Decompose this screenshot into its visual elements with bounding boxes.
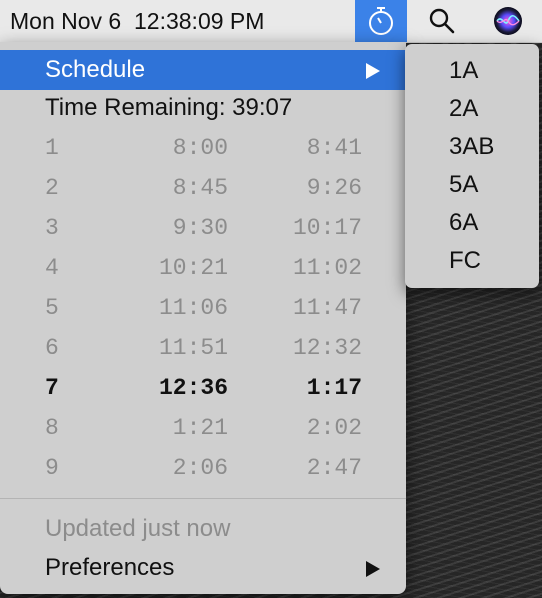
submenu-item-label: 5A xyxy=(449,171,479,198)
submenu-item-fc[interactable]: FC xyxy=(405,242,539,280)
period-number: 4 xyxy=(45,255,59,281)
period-end: 2:02 xyxy=(306,415,362,441)
period-end: 11:02 xyxy=(292,255,362,281)
period-start: 8:00 xyxy=(172,135,228,161)
time-remaining-label: Time Remaining: 39:07 xyxy=(45,94,293,121)
submenu-item-label: 6A xyxy=(449,209,479,236)
schedule-label: Schedule xyxy=(45,56,146,83)
period-number: 3 xyxy=(45,215,59,241)
schedule-row: 6 11:51 12:32 xyxy=(0,328,406,368)
updated-label: Updated just now xyxy=(45,515,231,542)
preferences-label: Preferences xyxy=(45,554,175,581)
menu-bar: Mon Nov 6 12:38:09 PM xyxy=(0,0,542,43)
period-number: 7 xyxy=(45,375,59,401)
period-end: 10:17 xyxy=(292,215,362,241)
submenu-item-label: FC xyxy=(449,247,481,274)
period-start: 11:06 xyxy=(158,295,228,321)
search-icon[interactable] xyxy=(418,0,466,42)
submenu-item-label: 3AB xyxy=(449,133,495,160)
schedule-menu-item[interactable]: Schedule xyxy=(0,50,406,90)
schedule-row: 4 10:21 11:02 xyxy=(0,248,406,288)
submenu-item-1a[interactable]: 1A xyxy=(405,52,539,90)
period-number: 9 xyxy=(45,455,59,481)
period-end: 11:47 xyxy=(292,295,362,321)
period-number: 2 xyxy=(45,175,59,201)
schedule-row: 1 8:00 8:41 xyxy=(0,128,406,168)
schedule-row-current: 7 12:36 1:17 xyxy=(0,368,406,408)
submenu-item-6a[interactable]: 6A xyxy=(405,204,539,242)
menu-separator xyxy=(0,498,406,499)
period-number: 6 xyxy=(45,335,59,361)
period-end: 2:47 xyxy=(306,455,362,481)
schedule-submenu: 1A 2A 3AB 5A 6A FC xyxy=(405,44,539,288)
period-start: 2:06 xyxy=(172,455,228,481)
period-end: 12:32 xyxy=(292,335,362,361)
schedule-row: 9 2:06 2:47 xyxy=(0,448,406,488)
submenu-item-label: 2A xyxy=(449,95,479,122)
period-start: 12:36 xyxy=(158,375,228,401)
updated-status-item: Updated just now xyxy=(0,509,406,549)
submenu-item-label: 1A xyxy=(449,57,479,84)
submenu-item-3ab[interactable]: 3AB xyxy=(405,128,539,166)
submenu-arrow-icon xyxy=(366,63,380,79)
menubar-clock[interactable]: Mon Nov 6 12:38:09 PM xyxy=(10,0,264,42)
submenu-item-5a[interactable]: 5A xyxy=(405,166,539,204)
period-end: 8:41 xyxy=(306,135,362,161)
time-remaining-item: Time Remaining: 39:07 xyxy=(0,88,406,128)
preferences-menu-item[interactable]: Preferences xyxy=(0,548,406,588)
period-end: 1:17 xyxy=(306,375,362,401)
period-start: 9:30 xyxy=(172,215,228,241)
submenu-item-2a[interactable]: 2A xyxy=(405,90,539,128)
stopwatch-icon[interactable] xyxy=(355,0,407,42)
period-start: 1:21 xyxy=(172,415,228,441)
period-start: 8:45 xyxy=(172,175,228,201)
siri-icon[interactable] xyxy=(484,0,532,42)
schedule-row: 8 1:21 2:02 xyxy=(0,408,406,448)
dropdown-menu: Schedule Time Remaining: 39:07 1 8:00 8:… xyxy=(0,42,406,594)
period-number: 1 xyxy=(45,135,59,161)
schedule-row: 5 11:06 11:47 xyxy=(0,288,406,328)
submenu-arrow-icon xyxy=(366,561,380,577)
period-number: 5 xyxy=(45,295,59,321)
period-number: 8 xyxy=(45,415,59,441)
schedule-row: 3 9:30 10:17 xyxy=(0,208,406,248)
period-start: 11:51 xyxy=(158,335,228,361)
schedule-row: 2 8:45 9:26 xyxy=(0,168,406,208)
period-start: 10:21 xyxy=(158,255,228,281)
period-end: 9:26 xyxy=(306,175,362,201)
